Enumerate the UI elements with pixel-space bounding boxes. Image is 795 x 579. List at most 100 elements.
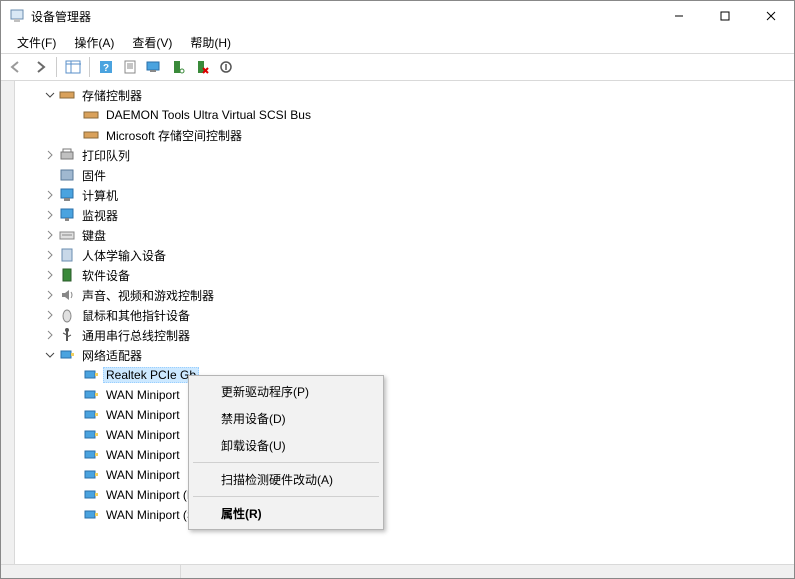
tree-node-realtek-pcie[interactable]: Realtek PCIe Gb <box>19 365 794 385</box>
expand-icon[interactable] <box>43 188 57 202</box>
network-adapter-icon <box>83 427 99 443</box>
tree-node-wan-miniport[interactable]: WAN Miniport <box>19 465 794 485</box>
expand-icon[interactable] <box>43 228 57 242</box>
monitor-icon <box>59 207 75 223</box>
minimize-button[interactable] <box>656 1 702 31</box>
menu-file[interactable]: 文件(F) <box>9 32 64 53</box>
maximize-button[interactable] <box>702 1 748 31</box>
tree-node-usb[interactable]: 通用串行总线控制器 <box>19 325 794 345</box>
menu-help[interactable]: 帮助(H) <box>182 32 239 53</box>
close-button[interactable] <box>748 1 794 31</box>
expand-icon[interactable] <box>43 328 57 342</box>
tree-node-label: 计算机 <box>79 186 121 205</box>
tree-node-wan-miniport[interactable]: WAN Miniport <box>19 385 794 405</box>
tree-node-label: 鼠标和其他指针设备 <box>79 306 193 325</box>
tree-node-wan-miniport-sstp[interactable]: WAN Miniport (SSTP) <box>19 505 794 525</box>
update-driver-button[interactable] <box>167 56 189 78</box>
tree-node-label: 人体学输入设备 <box>79 246 169 265</box>
tree-node-firmware[interactable]: 固件 <box>19 165 794 185</box>
toolbar: ? <box>1 53 794 81</box>
statusbar-cell <box>1 565 181 578</box>
tree-node-label: 固件 <box>79 166 109 185</box>
tree-node-label: 打印队列 <box>79 146 133 165</box>
network-adapter-icon <box>83 487 99 503</box>
network-adapter-icon <box>83 507 99 523</box>
tree-node-label: 声音、视频和游戏控制器 <box>79 286 217 305</box>
tree-node-mice[interactable]: 鼠标和其他指针设备 <box>19 305 794 325</box>
network-adapter-icon <box>83 387 99 403</box>
tree-node-monitors[interactable]: 监视器 <box>19 205 794 225</box>
help-button[interactable]: ? <box>95 56 117 78</box>
scan-hardware-button[interactable] <box>143 56 165 78</box>
expand-icon[interactable] <box>43 208 57 222</box>
content-area: 存储控制器 DAEMON Tools Ultra Virtual SCSI Bu… <box>1 81 794 564</box>
expand-icon[interactable] <box>43 308 57 322</box>
hid-icon <box>59 247 75 263</box>
tree-node-ms-storage-spaces[interactable]: Microsoft 存储空间控制器 <box>19 125 794 145</box>
keyboard-icon <box>59 227 75 243</box>
tree-node-label: WAN Miniport <box>103 467 183 483</box>
back-button[interactable] <box>5 56 27 78</box>
tree-node-print-queues[interactable]: 打印队列 <box>19 145 794 165</box>
usb-icon <box>59 327 75 343</box>
tree-node-label: 键盘 <box>79 226 109 245</box>
tree-node-keyboards[interactable]: 键盘 <box>19 225 794 245</box>
tree-node-software-devices[interactable]: 软件设备 <box>19 265 794 285</box>
expand-icon[interactable] <box>43 288 57 302</box>
network-adapter-icon <box>59 347 75 363</box>
tree-node-label: Realtek PCIe Gb <box>103 367 199 383</box>
tree-node-wan-miniport[interactable]: WAN Miniport <box>19 405 794 425</box>
expand-icon[interactable] <box>43 148 57 162</box>
tree-node-wan-miniport[interactable]: WAN Miniport <box>19 445 794 465</box>
uninstall-button[interactable] <box>191 56 213 78</box>
software-device-icon <box>59 267 75 283</box>
toolbar-separator <box>56 57 57 77</box>
window-controls <box>656 1 794 31</box>
svg-text:?: ? <box>103 63 109 74</box>
context-menu-disable-device[interactable]: 禁用设备(D) <box>191 405 381 432</box>
device-tree[interactable]: 存储控制器 DAEMON Tools Ultra Virtual SCSI Bu… <box>15 81 794 564</box>
tree-node-label: 软件设备 <box>79 266 133 285</box>
tree-node-network-adapters[interactable]: 网络适配器 <box>19 345 794 365</box>
tree-node-label: WAN Miniport <box>103 447 183 463</box>
tree-node-daemon-tools[interactable]: DAEMON Tools Ultra Virtual SCSI Bus <box>19 105 794 125</box>
splitter-left-pane <box>1 81 15 564</box>
disable-button[interactable] <box>215 56 237 78</box>
network-adapter-icon <box>83 407 99 423</box>
menu-view[interactable]: 查看(V) <box>124 32 180 53</box>
properties-button[interactable] <box>119 56 141 78</box>
expand-icon[interactable] <box>43 248 57 262</box>
tree-node-label: WAN Miniport <box>103 387 183 403</box>
mouse-icon <box>59 307 75 323</box>
tree-node-label: WAN Miniport <box>103 407 183 423</box>
printer-icon <box>59 147 75 163</box>
tree-node-wan-miniport-pptp[interactable]: WAN Miniport (PPTP) <box>19 485 794 505</box>
storage-controller-icon <box>59 87 75 103</box>
sound-icon <box>59 287 75 303</box>
tree-node-storage-controllers[interactable]: 存储控制器 <box>19 85 794 105</box>
network-adapter-icon <box>83 447 99 463</box>
network-adapter-icon <box>83 367 99 383</box>
context-menu: 更新驱动程序(P) 禁用设备(D) 卸载设备(U) 扫描检测硬件改动(A) 属性… <box>188 375 384 530</box>
collapse-icon[interactable] <box>43 348 57 362</box>
network-adapter-icon <box>83 467 99 483</box>
menu-action[interactable]: 操作(A) <box>66 32 122 53</box>
tree-node-hid[interactable]: 人体学输入设备 <box>19 245 794 265</box>
tree-node-sound[interactable]: 声音、视频和游戏控制器 <box>19 285 794 305</box>
tree-node-label: 存储控制器 <box>79 86 145 105</box>
tree-node-label: Microsoft 存储空间控制器 <box>103 126 245 145</box>
collapse-icon[interactable] <box>43 88 57 102</box>
context-menu-properties[interactable]: 属性(R) <box>191 500 381 527</box>
titlebar: 设备管理器 <box>1 1 794 31</box>
context-menu-update-driver[interactable]: 更新驱动程序(P) <box>191 378 381 405</box>
show-hide-tree-button[interactable] <box>62 56 84 78</box>
forward-button[interactable] <box>29 56 51 78</box>
context-menu-scan-hardware[interactable]: 扫描检测硬件改动(A) <box>191 466 381 493</box>
tree-node-label: 监视器 <box>79 206 121 225</box>
expand-icon[interactable] <box>43 268 57 282</box>
tree-node-label: 通用串行总线控制器 <box>79 326 193 345</box>
tree-node-wan-miniport[interactable]: WAN Miniport <box>19 425 794 445</box>
tree-node-computer[interactable]: 计算机 <box>19 185 794 205</box>
context-menu-uninstall-device[interactable]: 卸载设备(U) <box>191 432 381 459</box>
computer-icon <box>59 187 75 203</box>
